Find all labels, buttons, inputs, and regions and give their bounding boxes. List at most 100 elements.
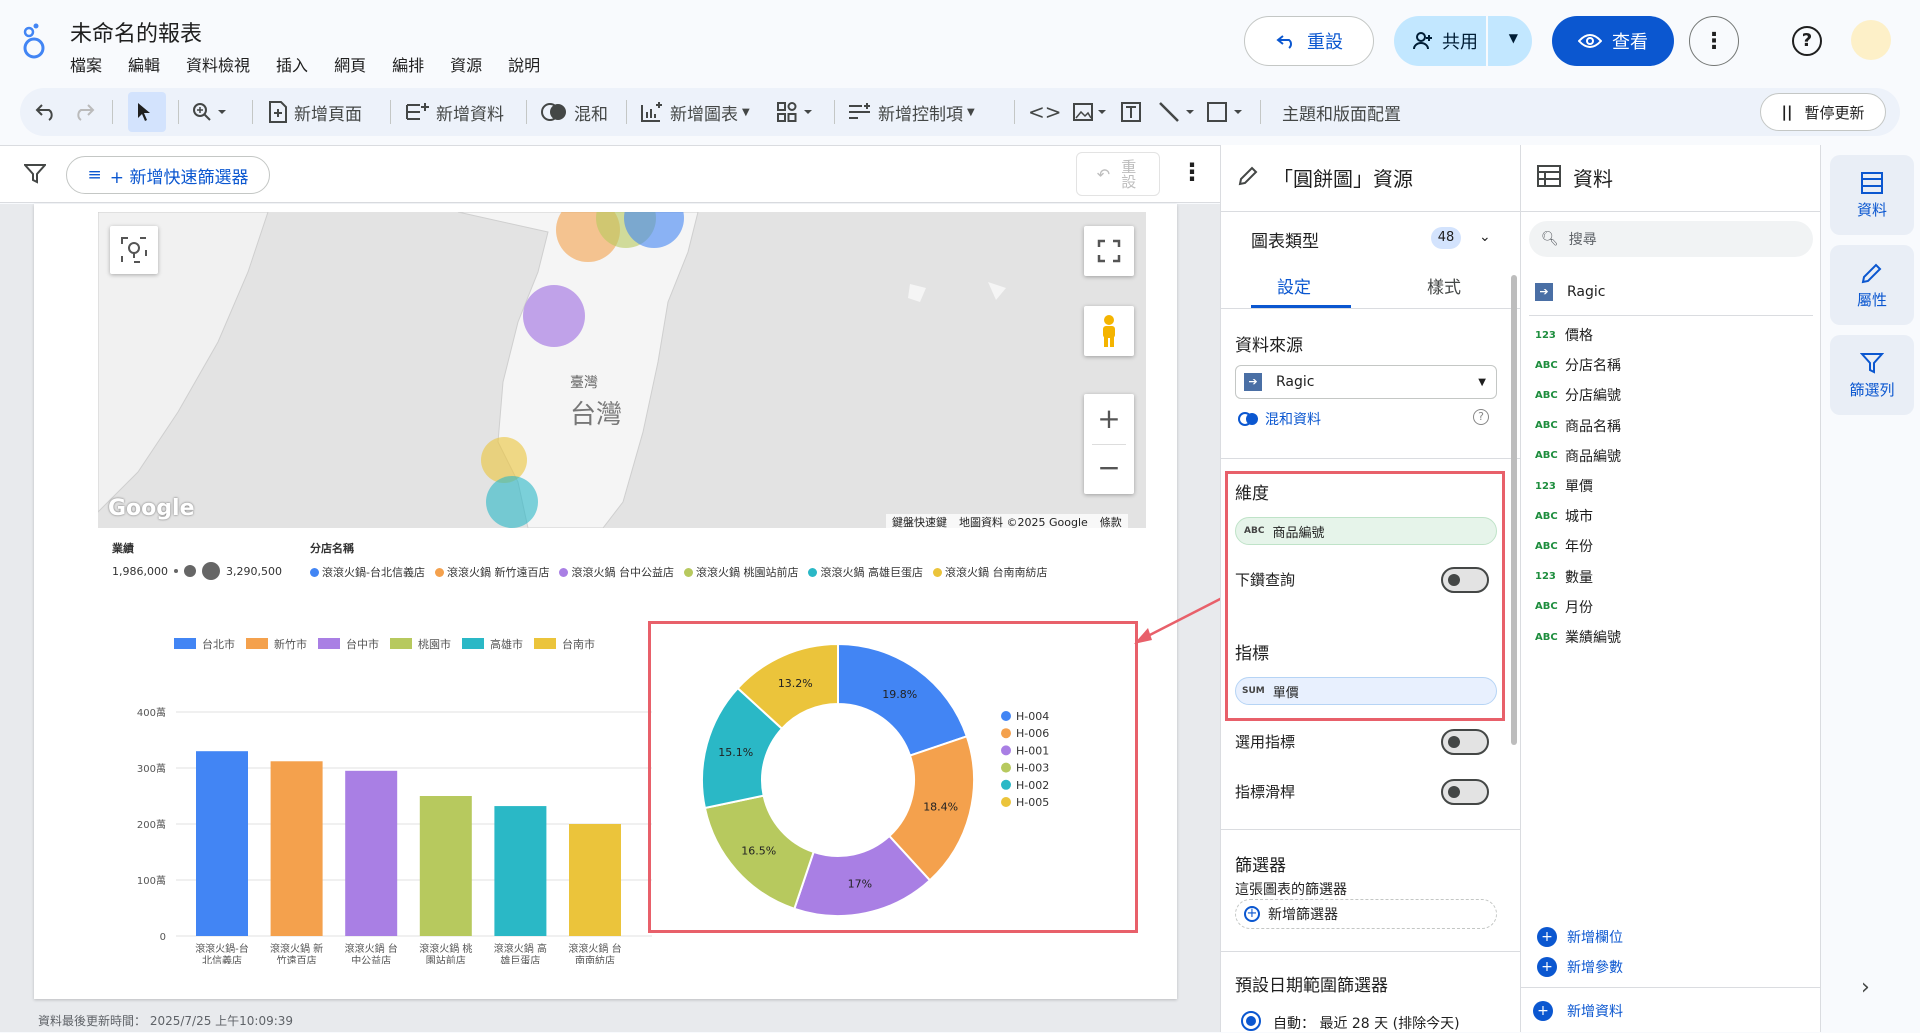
chart-type-label[interactable]: 圖表類型 <box>1251 227 1319 252</box>
menu-arrange[interactable]: 編排 <box>392 52 424 76</box>
keyboard-shortcuts-link[interactable]: 鍵盤快速鍵 <box>892 514 947 528</box>
menu-insert[interactable]: 插入 <box>276 52 308 76</box>
add-filter-button[interactable]: + 新增篩選器 <box>1235 899 1497 929</box>
theme-layout-button[interactable]: 主題和版面配置 <box>1282 88 1401 136</box>
menu-page[interactable]: 網頁 <box>334 52 366 76</box>
data-field-item[interactable]: ABC 城市 <box>1535 506 1593 526</box>
tab-style[interactable]: 樣式 <box>1427 273 1461 298</box>
metric-slider-toggle[interactable] <box>1441 779 1489 805</box>
code-embed-icon[interactable]: <> <box>1028 88 1062 136</box>
pause-updates-button[interactable]: || 暫停更新 <box>1760 93 1886 131</box>
bar[interactable] <box>569 824 621 936</box>
color-legend-item[interactable]: 滾滾火鍋-台北信義店 <box>310 564 425 580</box>
shape-icon[interactable] <box>1206 88 1252 136</box>
fullscreen-icon[interactable] <box>1084 226 1134 276</box>
sidebar-tab-properties[interactable]: 屬性 <box>1830 245 1914 325</box>
bar-chart[interactable]: 台北市 新竹市 台中市 桃園市 高雄市 台南市 0 100萬 200萬 300萬 400萬滾滾火鍋-… <box>92 634 662 964</box>
drilldown-toggle[interactable] <box>1441 567 1489 593</box>
color-legend-item[interactable]: 滾滾火鍋 台南南紡店 <box>932 564 1047 580</box>
looker-studio-logo[interactable] <box>20 22 48 60</box>
color-legend-item[interactable]: 滾滾火鍋 新竹遠百店 <box>434 564 549 580</box>
date-range-radio[interactable] <box>1241 1011 1261 1031</box>
chevron-down-icon[interactable]: ⌄ <box>1479 229 1491 245</box>
help-icon[interactable]: ? <box>1792 26 1822 56</box>
add-quick-filter-button[interactable]: ≡ + 新增快速篩選器 <box>66 156 270 194</box>
zoom-out-icon[interactable]: − <box>1097 445 1120 494</box>
more-options-button[interactable]: ⋮ <box>1689 16 1739 66</box>
color-legend-item[interactable]: 滾滾火鍋 桃園站前店 <box>683 564 798 580</box>
data-field-item[interactable]: 123 價格 <box>1535 325 1593 345</box>
help-icon[interactable]: ? <box>1473 409 1489 425</box>
optional-metrics-toggle[interactable] <box>1441 729 1489 755</box>
color-legend-item[interactable]: 滾滾火鍋 台中公益店 <box>559 564 674 580</box>
data-field-item[interactable]: 123 數量 <box>1535 567 1593 587</box>
field-name: 價格 <box>1565 328 1593 344</box>
zoom-icon[interactable] <box>192 88 234 136</box>
report-title[interactable]: 未命名的報表 <box>70 16 202 48</box>
data-field-item[interactable]: 123 單價 <box>1535 476 1593 496</box>
sidebar-tab-filter[interactable]: 篩選列 <box>1830 335 1914 415</box>
dimension-chip[interactable]: ABC 商品編號 <box>1235 517 1497 545</box>
add-component-icon[interactable] <box>776 88 822 136</box>
add-field-button[interactable]: + 新增欄位 <box>1537 927 1623 947</box>
data-field-item[interactable]: ABC 分店編號 <box>1535 385 1621 405</box>
text-box-icon[interactable] <box>1120 88 1148 136</box>
bar[interactable] <box>494 806 547 936</box>
add-control-button[interactable]: 新增控制項 ▼ <box>848 88 975 136</box>
share-button[interactable]: 共用 ▼ <box>1394 16 1532 66</box>
data-search-input[interactable]: 🔍︎ 搜尋 <box>1529 221 1813 257</box>
view-button[interactable]: 查看 <box>1552 16 1674 66</box>
reset-filter-button[interactable]: ↶ 重設 <box>1076 152 1160 196</box>
table-icon <box>1537 165 1561 187</box>
more-vert-icon[interactable]: ⋮ <box>1180 158 1204 186</box>
bar[interactable] <box>270 761 323 936</box>
menu-view[interactable]: 資料檢視 <box>186 52 250 76</box>
select-pointer-icon[interactable] <box>128 92 166 132</box>
avatar[interactable] <box>1851 20 1891 60</box>
terms-link[interactable]: 條款 <box>1100 514 1122 528</box>
image-icon[interactable] <box>1072 88 1114 136</box>
blend-button[interactable]: 混和 <box>540 88 608 136</box>
data-field-item[interactable]: ABC 分店名稱 <box>1535 355 1621 375</box>
reset-button[interactable]: 重設 <box>1244 16 1374 66</box>
menu-resource[interactable]: 資源 <box>450 52 482 76</box>
bar[interactable] <box>196 751 248 936</box>
bubble-map[interactable]: 臺灣 台灣 + − Google 鍵盤快速鍵 地圖資料 ©2025 Google… <box>98 212 1146 528</box>
redo-icon[interactable] <box>72 88 102 136</box>
add-page-button[interactable]: 新增頁面 <box>268 88 362 136</box>
data-field-item[interactable]: ABC 商品編號 <box>1535 446 1621 466</box>
add-chart-button[interactable]: 新增圖表 ▼ <box>640 88 750 136</box>
sidebar-tab-data[interactable]: 資料 <box>1830 155 1914 235</box>
menu-file[interactable]: 檔案 <box>70 52 102 76</box>
add-data-button[interactable]: 新增資料 <box>406 88 504 136</box>
data-source-select[interactable]: ➔ Ragic ▼ <box>1235 365 1497 399</box>
filter-funnel-icon[interactable] <box>24 164 46 184</box>
data-field-item[interactable]: ABC 月份 <box>1535 597 1593 617</box>
add-filter-label: 新增篩選器 <box>1268 907 1338 923</box>
blend-data-link[interactable]: 混和資料 <box>1237 409 1321 429</box>
props-scrollbar[interactable] <box>1511 275 1517 745</box>
add-chart-label: 新增圖表 <box>670 104 738 125</box>
add-data-button[interactable]: + 新增資料 <box>1533 1001 1623 1021</box>
menu-help[interactable]: 說明 <box>508 52 540 76</box>
data-field-item[interactable]: ABC 業績編號 <box>1535 627 1621 647</box>
locate-icon[interactable] <box>110 226 158 274</box>
data-source-name: Ragic <box>1567 284 1606 300</box>
data-source-item[interactable]: ➔ Ragic <box>1535 283 1605 301</box>
add-param-button[interactable]: + 新增參數 <box>1537 957 1623 977</box>
color-legend-item[interactable]: 滾滾火鍋 高雄巨蛋店 <box>808 564 923 580</box>
field-type-icon: ABC <box>1535 359 1558 371</box>
data-field-item[interactable]: ABC 商品名稱 <box>1535 416 1621 436</box>
bar[interactable] <box>345 770 398 936</box>
street-view-pegman-icon[interactable] <box>1084 306 1134 356</box>
chevron-right-icon[interactable]: › <box>1861 975 1870 1000</box>
zoom-in-icon[interactable]: + <box>1097 394 1120 444</box>
share-dropdown-icon[interactable]: ▼ <box>1509 31 1518 45</box>
bar[interactable] <box>419 796 472 936</box>
tab-setup[interactable]: 設定 <box>1277 273 1311 298</box>
menu-edit[interactable]: 編輯 <box>128 52 160 76</box>
metric-chip[interactable]: SUM 單價 <box>1235 677 1497 705</box>
data-field-item[interactable]: ABC 年份 <box>1535 536 1593 556</box>
undo-icon[interactable] <box>34 88 64 136</box>
line-icon[interactable] <box>1158 88 1204 136</box>
